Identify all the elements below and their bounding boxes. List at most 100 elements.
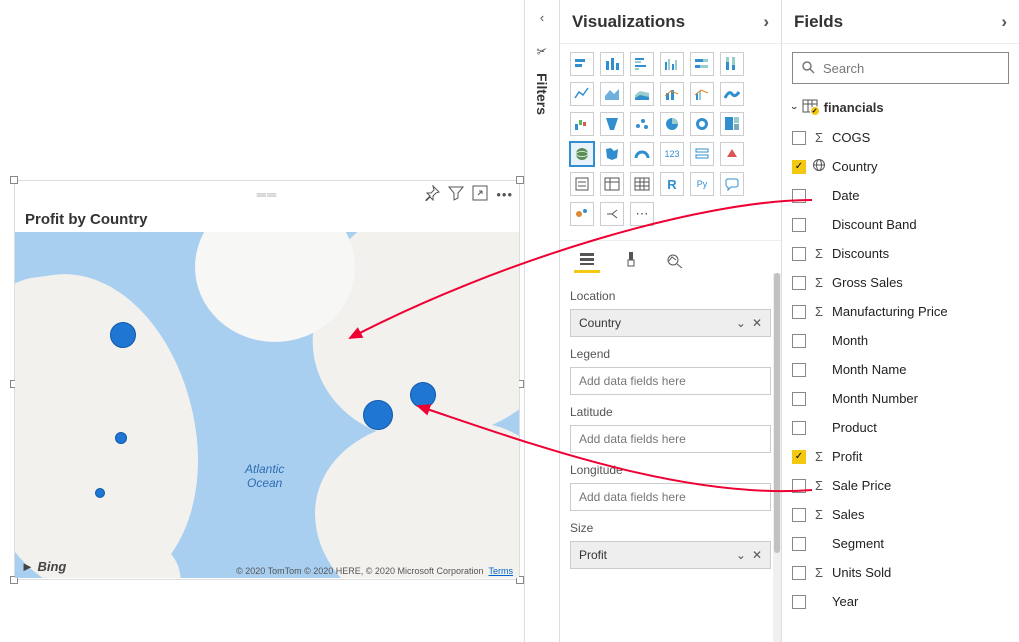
field-checkbox[interactable]: [792, 537, 806, 551]
field-row[interactable]: ΣCOGS: [792, 123, 1013, 152]
field-checkbox[interactable]: [792, 218, 806, 232]
viz-area-icon[interactable]: [600, 82, 624, 106]
map-visual[interactable]: ══ ••• Profit by Country AtlanticOcean: [14, 180, 520, 580]
well-latitude[interactable]: Add data fields here: [570, 425, 771, 453]
field-row[interactable]: Date: [792, 181, 1013, 210]
viz-gauge-icon[interactable]: [630, 142, 654, 166]
map-body[interactable]: AtlanticOcean ► Bing © 2020 TomTom © 202…: [15, 232, 519, 578]
map-bubble[interactable]: [115, 432, 127, 444]
remove-icon[interactable]: ✕: [752, 316, 762, 330]
pin-icon[interactable]: [424, 185, 440, 204]
field-checkbox[interactable]: [792, 479, 806, 493]
filter-icon[interactable]: [448, 185, 464, 204]
field-checkbox[interactable]: [792, 595, 806, 609]
field-checkbox[interactable]: [792, 363, 806, 377]
viz-clustered-bar-icon[interactable]: [630, 52, 654, 76]
viz-filled-map-icon[interactable]: [600, 142, 624, 166]
viz-combo-icon[interactable]: [660, 82, 684, 106]
field-row[interactable]: ΣManufacturing Price: [792, 297, 1013, 326]
viz-map-icon[interactable]: [570, 142, 594, 166]
resize-handle[interactable]: [516, 176, 524, 184]
analytics-tab-icon[interactable]: [662, 247, 688, 273]
viz-decomposition-icon[interactable]: [600, 202, 624, 226]
viz-stacked-bar-icon[interactable]: [570, 52, 594, 76]
collapse-chevron-icon[interactable]: ›: [763, 12, 769, 32]
field-row[interactable]: ✓ΣProfit: [792, 442, 1013, 471]
field-checkbox[interactable]: [792, 131, 806, 145]
map-bubble[interactable]: [410, 382, 436, 408]
field-row[interactable]: Month: [792, 326, 1013, 355]
viz-100-bar-icon[interactable]: [690, 52, 714, 76]
viz-line-icon[interactable]: [570, 82, 594, 106]
viz-treemap-icon[interactable]: [720, 112, 744, 136]
resize-handle[interactable]: [10, 176, 18, 184]
viz-qa-icon[interactable]: [720, 172, 744, 196]
viz-combo2-icon[interactable]: [690, 82, 714, 106]
format-tab-icon[interactable]: [618, 247, 644, 273]
field-row[interactable]: ΣSales: [792, 500, 1013, 529]
filters-label[interactable]: Filters: [534, 73, 550, 115]
viz-matrix-icon[interactable]: [630, 172, 654, 196]
field-checkbox[interactable]: [792, 392, 806, 406]
viz-pie-icon[interactable]: [660, 112, 684, 136]
well-longitude[interactable]: Add data fields here: [570, 483, 771, 511]
viz-table-icon[interactable]: [600, 172, 624, 196]
viz-r-icon[interactable]: R: [660, 172, 684, 196]
viz-100-column-icon[interactable]: [720, 52, 744, 76]
field-checkbox[interactable]: [792, 334, 806, 348]
viz-donut-icon[interactable]: [690, 112, 714, 136]
field-row[interactable]: ΣSale Price: [792, 471, 1013, 500]
field-row[interactable]: Segment: [792, 529, 1013, 558]
drag-grip-icon[interactable]: ══: [257, 187, 277, 202]
field-row[interactable]: ΣGross Sales: [792, 268, 1013, 297]
field-row[interactable]: Month Name: [792, 355, 1013, 384]
field-checkbox[interactable]: [792, 566, 806, 580]
field-checkbox[interactable]: ✓: [792, 160, 806, 174]
field-checkbox[interactable]: [792, 305, 806, 319]
map-bubble[interactable]: [110, 322, 136, 348]
field-checkbox[interactable]: [792, 508, 806, 522]
field-checkbox[interactable]: [792, 421, 806, 435]
field-row[interactable]: Discount Band: [792, 210, 1013, 239]
scrollbar[interactable]: [773, 273, 781, 642]
viz-slicer-icon[interactable]: [570, 172, 594, 196]
viz-stacked-area-icon[interactable]: [630, 82, 654, 106]
map-bubble[interactable]: [95, 488, 105, 498]
more-icon[interactable]: •••: [496, 187, 513, 202]
chevron-down-icon[interactable]: ⌄: [736, 548, 746, 562]
announce-icon[interactable]: ✁: [523, 36, 560, 67]
field-row[interactable]: Product: [792, 413, 1013, 442]
search-input[interactable]: Search: [792, 52, 1009, 84]
viz-get-more-icon[interactable]: ⋯: [630, 202, 654, 226]
fields-tab-icon[interactable]: [574, 247, 600, 273]
field-row[interactable]: ✓Country: [792, 152, 1013, 181]
fields-table-header[interactable]: › ✓ financials: [782, 92, 1019, 123]
viz-ribbon-icon[interactable]: [720, 82, 744, 106]
viz-card-icon[interactable]: 123: [660, 142, 684, 166]
field-row[interactable]: Month Number: [792, 384, 1013, 413]
field-row[interactable]: Year: [792, 587, 1013, 616]
field-checkbox[interactable]: [792, 276, 806, 290]
well-legend[interactable]: Add data fields here: [570, 367, 771, 395]
remove-icon[interactable]: ✕: [752, 548, 762, 562]
viz-py-icon[interactable]: Py: [690, 172, 714, 196]
viz-keyinfluencers-icon[interactable]: [570, 202, 594, 226]
terms-link[interactable]: Terms: [489, 566, 514, 576]
field-checkbox[interactable]: [792, 247, 806, 261]
viz-waterfall-icon[interactable]: [570, 112, 594, 136]
viz-stacked-column-icon[interactable]: [600, 52, 624, 76]
viz-multirow-icon[interactable]: [690, 142, 714, 166]
expand-chevron-icon[interactable]: ›: [788, 106, 800, 109]
collapse-chevron-icon[interactable]: ‹: [525, 0, 559, 35]
viz-funnel-icon[interactable]: [600, 112, 624, 136]
viz-scatter-icon[interactable]: [630, 112, 654, 136]
well-size[interactable]: Profit ⌄✕: [570, 541, 771, 569]
field-checkbox[interactable]: ✓: [792, 450, 806, 464]
map-bubble[interactable]: [363, 400, 393, 430]
collapse-chevron-icon[interactable]: ›: [1001, 12, 1007, 32]
report-canvas[interactable]: ══ ••• Profit by Country AtlanticOcean: [0, 0, 524, 642]
well-location[interactable]: Country ⌄✕: [570, 309, 771, 337]
chevron-down-icon[interactable]: ⌄: [736, 316, 746, 330]
viz-kpi-icon[interactable]: [720, 142, 744, 166]
viz-clustered-column-icon[interactable]: [660, 52, 684, 76]
